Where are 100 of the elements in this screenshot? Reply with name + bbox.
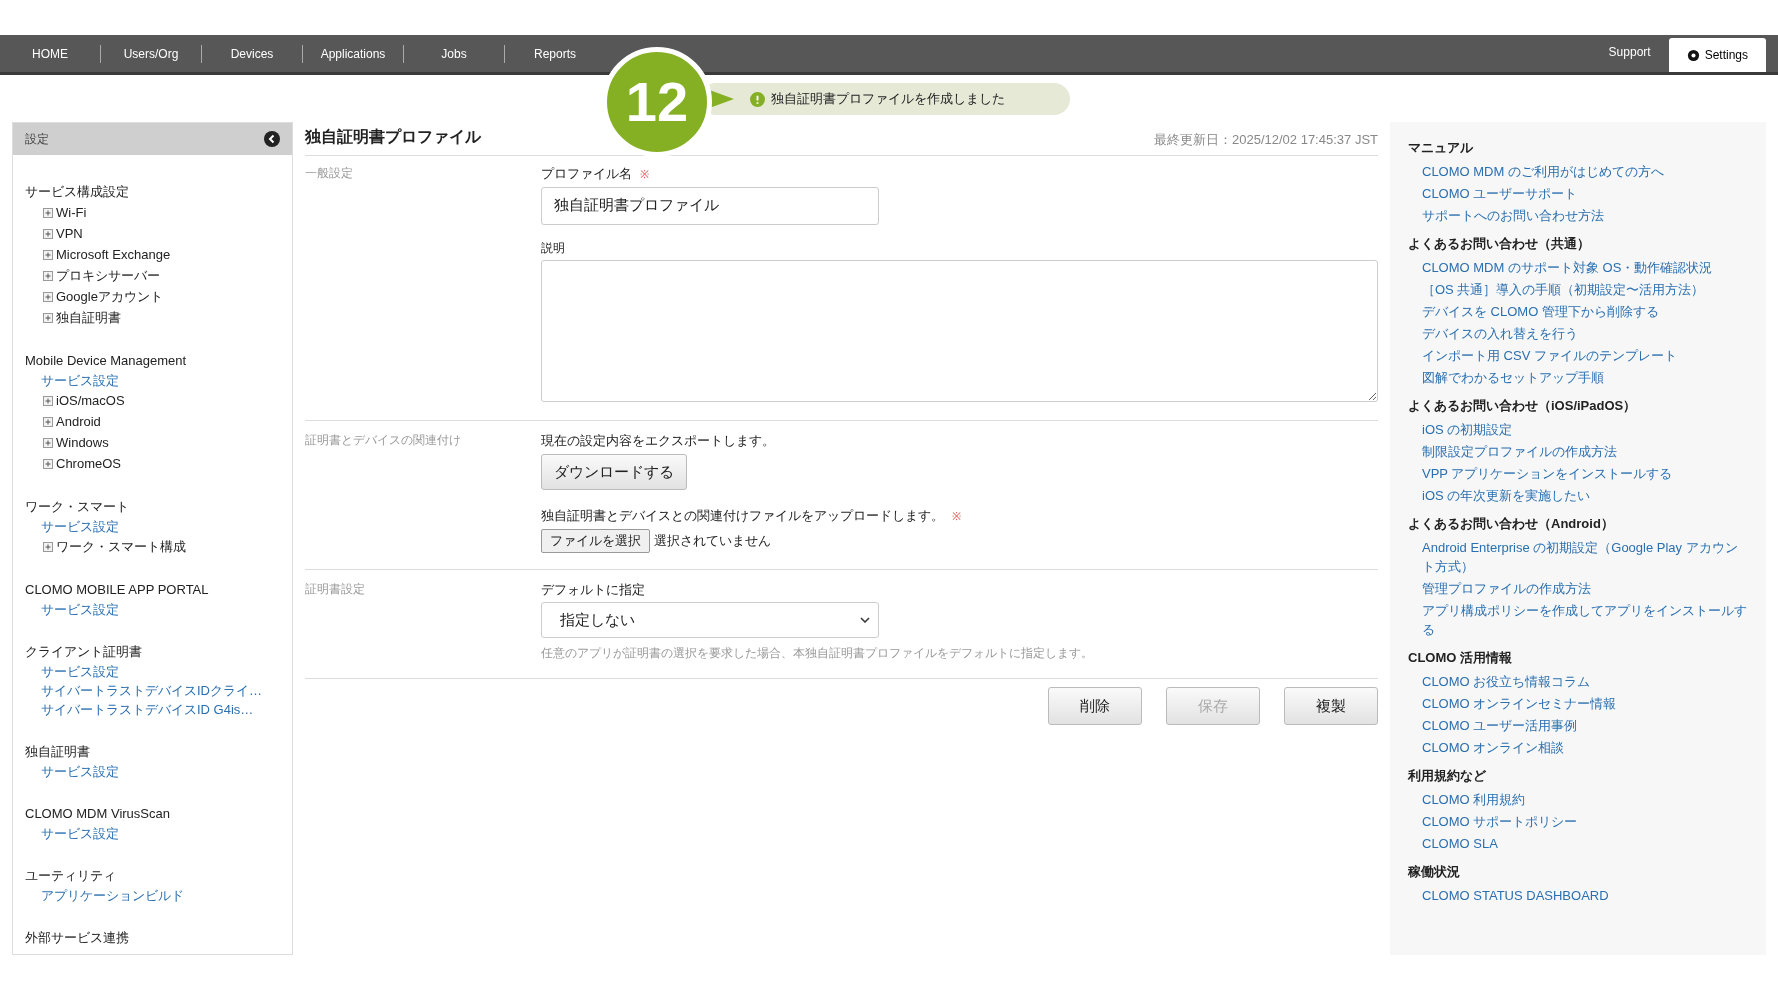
section-label: 証明書設定 bbox=[305, 580, 366, 598]
field-label: 説明 bbox=[541, 239, 566, 257]
help-link[interactable]: CLOMO MDM のサポート対象 OS・動作確認状況 bbox=[1408, 256, 1748, 278]
chevron-down-icon bbox=[860, 617, 870, 623]
download-button[interactable]: ダウンロードする bbox=[541, 454, 687, 490]
help-section-title: よくあるお問い合わせ（Android） bbox=[1408, 515, 1615, 533]
sidebar-tree-item[interactable]: VPN bbox=[56, 223, 83, 244]
help-link[interactable]: Android Enterprise の初期設定（Google Play アカウント方式） bbox=[1408, 536, 1748, 577]
section-label: 一般設定 bbox=[305, 165, 354, 182]
help-link[interactable]: 制限設定プロファイルの作成方法 bbox=[1408, 440, 1748, 462]
help-link[interactable]: インポート用 CSV ファイルのテンプレート bbox=[1408, 344, 1748, 366]
nav-tab[interactable]: Jobs bbox=[404, 44, 504, 63]
sidebar-section-title: CLOMO MOBILE APP PORTAL bbox=[25, 581, 210, 599]
choose-file-button[interactable]: ファイルを選択 bbox=[541, 528, 650, 553]
help-link[interactable]: CLOMO ユーザーサポート bbox=[1408, 182, 1748, 204]
toast-message: 独自証明書プロファイルを作成しました bbox=[771, 90, 1005, 109]
nav-tab[interactable]: Applications bbox=[303, 44, 403, 63]
help-link[interactable]: CLOMO ユーザー活用事例 bbox=[1408, 714, 1748, 736]
help-link[interactable]: デバイスの入れ替えを行う bbox=[1408, 322, 1748, 344]
sidebar-section-title: 外部サービス連携 bbox=[25, 929, 130, 947]
sidebar-tree-item[interactable]: プロキシサーバー bbox=[56, 265, 160, 286]
expand-icon[interactable] bbox=[43, 395, 53, 406]
expand-icon[interactable] bbox=[43, 416, 53, 427]
sidebar-tree-item[interactable]: ChromeOS bbox=[56, 453, 122, 474]
sidebar-link[interactable]: アプリケーションビルド bbox=[25, 886, 280, 905]
expand-icon[interactable] bbox=[43, 437, 53, 448]
help-link[interactable]: ［OS 共通］導入の手順（初期設定〜活用方法） bbox=[1408, 278, 1748, 300]
help-link[interactable]: CLOMO 利用規約 bbox=[1408, 788, 1748, 810]
sidebar-link[interactable]: サービス設定 bbox=[25, 371, 280, 390]
sidebar-tree-item[interactable]: ワーク・スマート構成 bbox=[56, 536, 186, 557]
expand-icon[interactable] bbox=[43, 541, 53, 552]
default-select[interactable]: 指定しない bbox=[541, 602, 879, 638]
help-link[interactable]: CLOMO SLA bbox=[1408, 832, 1748, 854]
sidebar-link[interactable]: サービス設定 bbox=[25, 824, 280, 843]
help-link[interactable]: CLOMO MDM のご利用がはじめての方へ bbox=[1408, 160, 1748, 182]
sidebar-section-title: CLOMO MDM VirusScan bbox=[25, 805, 171, 823]
sidebar-section-title: ユーティリティ bbox=[25, 867, 117, 885]
sidebar-section-title: ワーク・スマート bbox=[25, 498, 130, 516]
help-link[interactable]: iOS の初期設定 bbox=[1408, 418, 1748, 440]
required-mark: ※ bbox=[640, 166, 649, 182]
help-link[interactable]: CLOMO オンラインセミナー情報 bbox=[1408, 692, 1748, 714]
nav-tab[interactable]: Reports bbox=[505, 44, 605, 63]
description-field[interactable] bbox=[541, 259, 1378, 402]
sidebar-tree-item[interactable]: 独自証明書 bbox=[56, 307, 121, 328]
profile-name-field[interactable]: 独自証明書プロファイル bbox=[541, 186, 879, 225]
sidebar-tree-item[interactable]: Android bbox=[56, 411, 101, 432]
file-status-text: 選択されていません bbox=[654, 531, 771, 550]
help-section-title: よくあるお問い合わせ（共通） bbox=[1408, 235, 1591, 253]
sidebar-section-title: Mobile Device Management bbox=[25, 352, 188, 370]
help-section-title: 稼働状況 bbox=[1408, 863, 1461, 881]
sidebar-section-title: クライアント証明書 bbox=[25, 643, 143, 661]
help-link[interactable]: サポートへのお問い合わせ方法 bbox=[1408, 204, 1748, 226]
last-updated-text: 最終更新日：2025/12/02 17:45:37 JST bbox=[1154, 130, 1378, 149]
nav-tab[interactable]: Users/Org bbox=[101, 44, 201, 63]
expand-icon[interactable] bbox=[43, 458, 53, 469]
expand-icon[interactable] bbox=[43, 249, 53, 260]
sidebar-tree-item[interactable]: Microsoft Exchange bbox=[56, 244, 171, 265]
sidebar-section-title: 独自証明書 bbox=[25, 743, 91, 761]
help-link[interactable]: CLOMO お役立ち情報コラム bbox=[1408, 670, 1748, 692]
nav-tab[interactable]: Devices bbox=[202, 44, 302, 63]
sidebar-link[interactable]: サービス設定 bbox=[25, 762, 280, 781]
sidebar-link[interactable]: サイバートラストデバイスIDクライ… bbox=[25, 681, 280, 700]
help-section-title: よくあるお問い合わせ（iOS/iPadOS） bbox=[1408, 397, 1638, 415]
section-label: 証明書とデバイスの関連付け bbox=[305, 431, 462, 449]
sidebar-link[interactable]: サービス設定 bbox=[25, 600, 280, 619]
sidebar-link[interactable]: サービス設定 bbox=[25, 662, 280, 681]
action-button[interactable]: 削除 bbox=[1048, 687, 1142, 725]
field-label: デフォルトに指定 bbox=[541, 580, 645, 599]
nav-tab[interactable]: Settings bbox=[1668, 38, 1766, 72]
expand-icon[interactable] bbox=[43, 207, 53, 218]
help-link[interactable]: iOS の年次更新を実施したい bbox=[1408, 484, 1748, 506]
collapse-icon[interactable] bbox=[264, 131, 280, 147]
help-link[interactable]: 管理プロファイルの作成方法 bbox=[1408, 577, 1748, 599]
sidebar-link[interactable]: サービス設定 bbox=[25, 517, 280, 536]
help-link[interactable]: VPP アプリケーションをインストールする bbox=[1408, 462, 1748, 484]
sidebar-tree-item[interactable]: Windows bbox=[56, 432, 109, 453]
export-description: 現在の設定内容をエクスポートします。 bbox=[541, 431, 775, 450]
help-link[interactable]: 図解でわかるセットアップ手順 bbox=[1408, 366, 1748, 388]
nav-tab[interactable]: Support bbox=[1590, 35, 1669, 69]
expand-icon[interactable] bbox=[43, 291, 53, 302]
nav-tab[interactable]: HOME bbox=[0, 44, 100, 63]
expand-icon[interactable] bbox=[43, 228, 53, 239]
sidebar-tree-item[interactable]: Googleアカウント bbox=[56, 286, 163, 307]
page-title: 独自証明書プロファイル bbox=[305, 127, 481, 147]
help-section-title: 利用規約など bbox=[1408, 767, 1487, 785]
expand-icon[interactable] bbox=[43, 270, 53, 281]
help-link[interactable]: デバイスを CLOMO 管理下から削除する bbox=[1408, 300, 1748, 322]
help-link[interactable]: CLOMO オンライン相談 bbox=[1408, 736, 1748, 758]
upload-description: 独自証明書とデバイスとの関連付けファイルをアップロードします。 bbox=[541, 507, 944, 525]
expand-icon[interactable] bbox=[43, 312, 53, 323]
help-link[interactable]: CLOMO サポートポリシー bbox=[1408, 810, 1748, 832]
action-button[interactable]: 複製 bbox=[1284, 687, 1378, 725]
help-section-title: CLOMO 活用情報 bbox=[1408, 649, 1513, 667]
sidebar-link[interactable]: サイバートラストデバイスID G4is… bbox=[25, 700, 280, 719]
info-icon bbox=[750, 91, 765, 107]
field-label: プロファイル名 bbox=[541, 165, 632, 183]
help-link[interactable]: CLOMO STATUS DASHBOARD bbox=[1408, 884, 1748, 906]
help-link[interactable]: アプリ構成ポリシーを作成してアプリをインストールする bbox=[1408, 599, 1748, 640]
sidebar-tree-item[interactable]: iOS/macOS bbox=[56, 390, 125, 411]
sidebar-tree-item[interactable]: Wi-Fi bbox=[56, 202, 87, 223]
